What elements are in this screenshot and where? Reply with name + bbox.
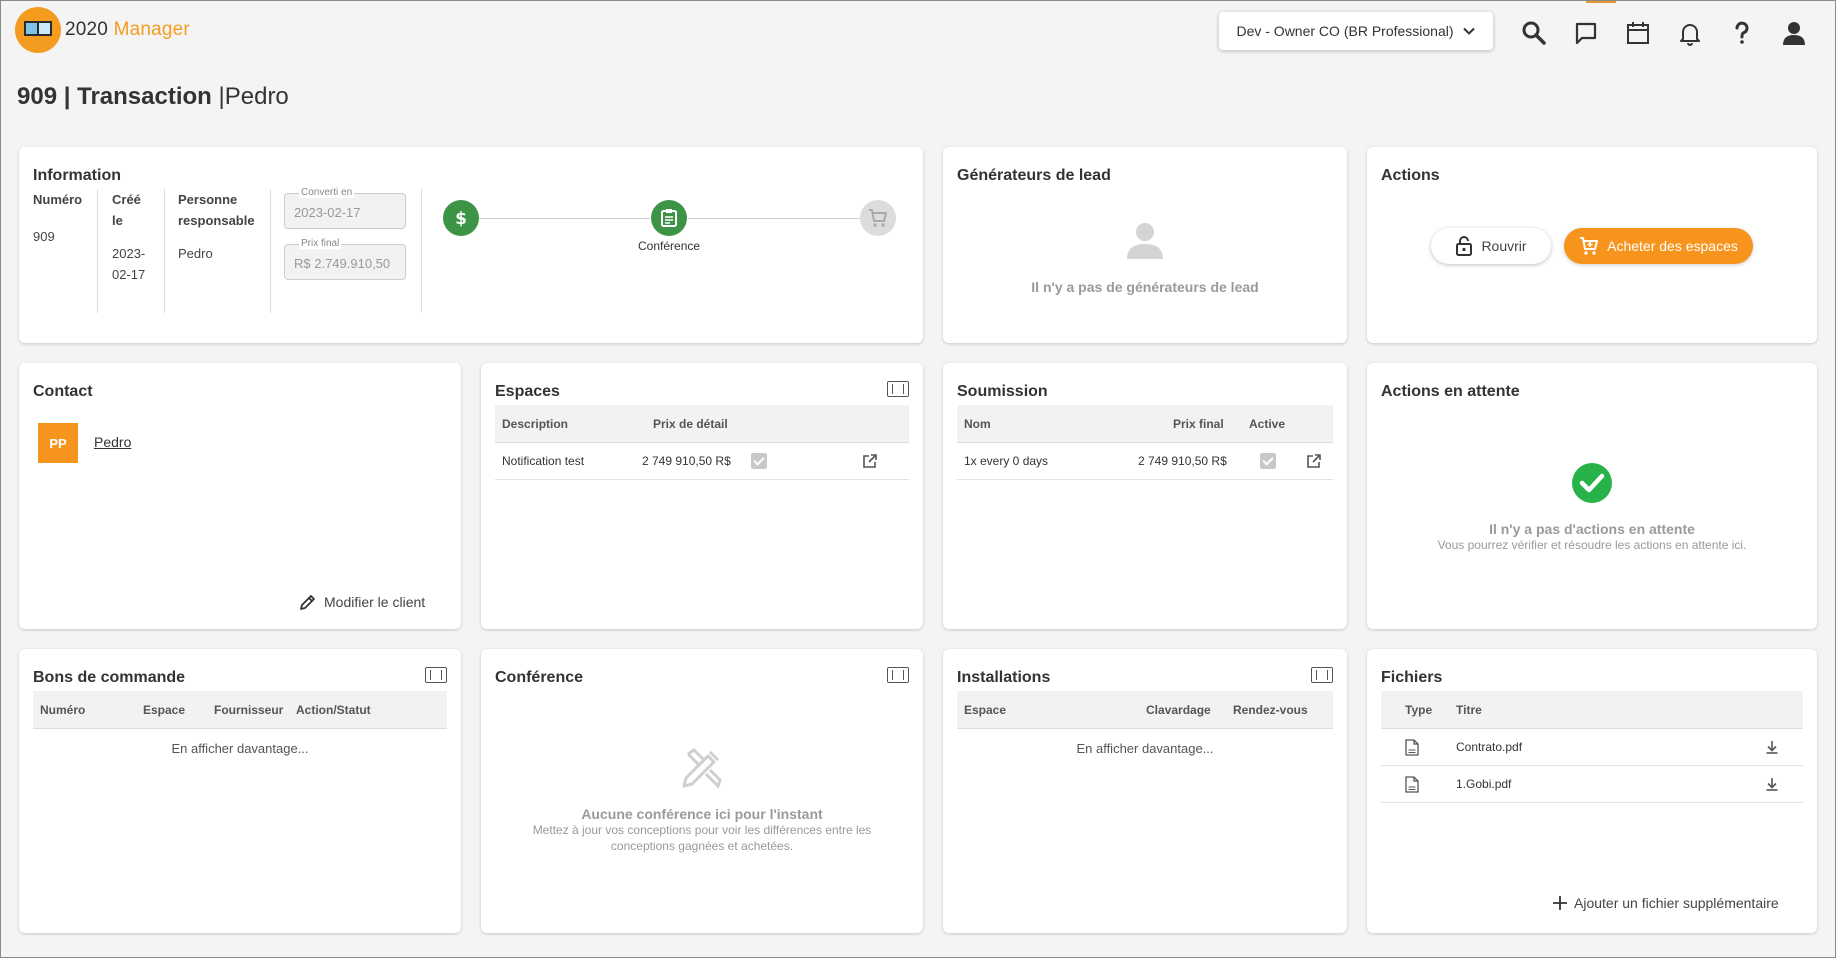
top-bar: 2020 Manager Dev - Owner CO (BR Professi…	[1, 1, 1835, 65]
search-icon[interactable]	[1520, 19, 1548, 47]
purchase-orders-card: Bons de commande Numéro Espace Fournisse…	[19, 649, 461, 933]
pdf-file-icon	[1405, 776, 1419, 793]
purchase-orders-title: Bons de commande	[33, 669, 186, 686]
user-account-icon[interactable]	[1780, 19, 1808, 47]
info-cree: Créé le 2023- 02-17	[112, 192, 146, 282]
show-more-link[interactable]: En afficher davantage...	[943, 741, 1347, 756]
divider	[97, 189, 98, 313]
design-tools-icon	[682, 748, 722, 789]
expand-panel-icon[interactable]	[887, 381, 909, 397]
reopen-button[interactable]: Rouvrir	[1431, 228, 1551, 264]
step-purchase-cart-icon[interactable]	[860, 200, 896, 236]
cart-icon	[1580, 237, 1599, 255]
conference-card: Conférence Aucune conférence ici pour l'…	[481, 649, 923, 933]
step-conference-clipboard-icon[interactable]	[651, 200, 687, 236]
chevron-down-icon	[1462, 27, 1475, 35]
files-table-header: Type Titre	[1381, 691, 1803, 729]
soumission-card: Soumission Nom Prix final Active 1x ever…	[943, 363, 1347, 629]
add-file-button[interactable]: Ajouter un fichier supplémentaire	[1552, 895, 1779, 911]
check-circle-icon	[1572, 463, 1612, 503]
expand-panel-icon[interactable]	[1311, 667, 1333, 683]
divider	[421, 189, 422, 313]
installations-card: Installations Espace Clavardage Rendez-v…	[943, 649, 1347, 933]
divider	[270, 189, 271, 313]
table-row[interactable]: Notification test 2 749 910,50 R$	[495, 443, 909, 480]
information-title: Information	[33, 167, 121, 184]
person-placeholder-icon	[1127, 223, 1163, 259]
step-connector	[688, 218, 860, 219]
step-connector	[479, 218, 650, 219]
expand-panel-icon[interactable]	[887, 667, 909, 683]
calendar-icon[interactable]	[1624, 19, 1652, 47]
prix-final-field: Prix final R$ 2.749.910,50	[284, 238, 406, 280]
espaces-table-header: Description Prix de détail	[495, 405, 909, 443]
file-row[interactable]: 1.Gobi.pdf	[1381, 766, 1803, 803]
open-external-icon[interactable]	[862, 453, 878, 469]
files-card: Fichiers Type Titre Contrato.pdf 1.Gobi.…	[1367, 649, 1817, 933]
logo-text: 2020 Manager	[65, 19, 190, 40]
files-title: Fichiers	[1381, 669, 1443, 686]
lead-generators-card: Générateurs de lead Il n'y a pas de géné…	[943, 147, 1347, 343]
open-external-icon[interactable]	[1306, 453, 1322, 469]
step-sale-dollar-icon[interactable]: $	[443, 200, 479, 236]
contact-title: Contact	[33, 383, 93, 400]
download-icon[interactable]	[1765, 776, 1779, 792]
active-indicator	[1586, 1, 1616, 3]
espaces-card: Espaces Description Prix de détail Notif…	[481, 363, 923, 629]
contact-name-link[interactable]: Pedro	[94, 434, 131, 450]
information-card: Information Numéro 909 Créé le 2023- 02-…	[19, 147, 923, 343]
purchase-orders-table-header: Numéro Espace Fournisseur Action/Statut	[33, 691, 447, 729]
svg-text:$: $	[455, 209, 467, 228]
page-title: 909 | Transaction |Pedro	[17, 83, 289, 110]
checkbox-checked	[751, 453, 767, 469]
lead-generators-title: Générateurs de lead	[957, 167, 1111, 184]
step-conference-label: Conférence	[638, 239, 701, 253]
organization-select[interactable]: Dev - Owner CO (BR Professional)	[1219, 12, 1493, 50]
plus-icon	[1553, 896, 1567, 910]
table-row[interactable]: 1x every 0 days 2 749 910,50 R$	[957, 443, 1333, 480]
organization-select-label: Dev - Owner CO (BR Professional)	[1236, 23, 1454, 39]
edit-client-button[interactable]: Modifier le client	[298, 592, 425, 612]
lock-icon	[1456, 236, 1473, 256]
contact-card: Contact PP Pedro Modifier le client	[19, 363, 461, 629]
divider	[164, 189, 165, 313]
lead-empty-text: Il n'y a pas de générateurs de lead	[1031, 279, 1259, 295]
conference-title: Conférence	[495, 669, 584, 686]
info-numero: Numéro 909	[33, 192, 83, 244]
app-logo[interactable]: 2020 Manager	[15, 7, 190, 53]
download-icon[interactable]	[1765, 739, 1779, 755]
expand-panel-icon[interactable]	[425, 667, 447, 683]
converti-en-field: Converti en 2023-02-17	[284, 187, 406, 229]
pdf-file-icon	[1405, 739, 1419, 756]
help-icon[interactable]	[1728, 19, 1756, 47]
pending-actions-title: Actions en attente	[1381, 383, 1520, 400]
avatar: PP	[38, 423, 78, 463]
pending-actions-card: Actions en attente Il n'y a pas d'action…	[1367, 363, 1817, 629]
info-responsable: Personne responsable Pedro	[178, 192, 255, 261]
installations-table-header: Espace Clavardage Rendez-vous	[957, 691, 1333, 729]
file-row[interactable]: Contrato.pdf	[1381, 729, 1803, 766]
show-more-link[interactable]: En afficher davantage...	[19, 741, 461, 756]
installations-title: Installations	[957, 669, 1051, 686]
actions-title: Actions	[1381, 167, 1440, 184]
actions-card: Actions Rouvrir Acheter des espaces	[1367, 147, 1817, 343]
soumission-title: Soumission	[957, 383, 1048, 400]
espaces-title: Espaces	[495, 383, 560, 400]
conference-empty-text: Aucune conférence ici pour l'instant Met…	[532, 806, 872, 853]
buy-spaces-button[interactable]: Acheter des espaces	[1564, 228, 1753, 264]
pencil-icon	[300, 595, 315, 610]
pending-empty-text: Il n'y a pas d'actions en attente Vous p…	[1437, 521, 1747, 552]
chat-icon[interactable]	[1572, 19, 1600, 47]
bell-icon[interactable]	[1676, 19, 1704, 47]
soumission-table-header: Nom Prix final Active	[957, 405, 1333, 443]
logo-badge-icon	[15, 7, 61, 53]
checkbox-checked	[1260, 453, 1276, 469]
